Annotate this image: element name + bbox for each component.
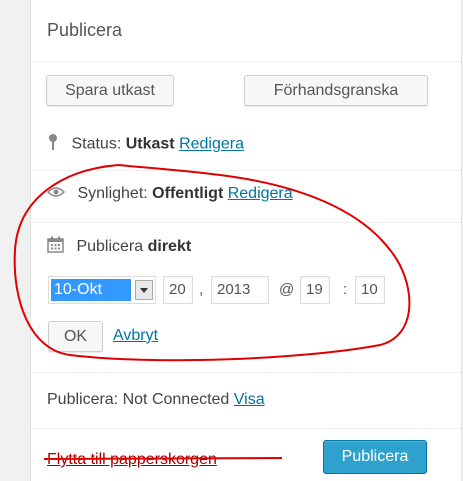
visibility-label: Synlighet:	[77, 185, 148, 203]
save-draft-button[interactable]: Spara utkast	[46, 75, 174, 106]
cancel-link[interactable]: Avbryt	[113, 327, 158, 345]
box-title-text: Publicera	[47, 20, 123, 40]
pin-icon	[47, 133, 59, 156]
divider	[31, 428, 461, 429]
preview-button[interactable]: Förhandsgranska	[244, 75, 428, 106]
connection-label: Publicera: Not Connected	[47, 391, 230, 408]
connection-row: Publicera: Not Connected Visa	[47, 391, 265, 409]
time-separator: :	[343, 281, 348, 298]
at-separator: @	[279, 281, 295, 298]
visibility-edit-link[interactable]: Redigera	[228, 185, 293, 202]
ok-button[interactable]: OK	[48, 321, 103, 352]
status-edit-link[interactable]: Redigera	[179, 136, 244, 153]
trash-link[interactable]: Flytta till papperskorgen	[47, 451, 217, 469]
month-select[interactable]: 10-Okt	[48, 276, 156, 304]
publish-meta-box: Publicera Spara utkast Förhandsgranska S…	[30, 0, 462, 481]
view-link[interactable]: Visa	[234, 391, 265, 408]
schedule-label: Publicera	[76, 238, 144, 256]
visibility-value: Offentligt	[152, 185, 224, 203]
minute-input[interactable]: 10	[355, 276, 385, 304]
divider	[31, 222, 461, 223]
schedule-row: Publicera direkt	[47, 236, 191, 258]
divider	[31, 372, 461, 373]
day-input[interactable]: 20	[163, 276, 193, 304]
status-label: Status:	[71, 135, 122, 153]
publish-button[interactable]: Publicera	[323, 440, 427, 474]
date-separator: ,	[199, 281, 204, 298]
year-input[interactable]: 2013	[211, 276, 269, 304]
chevron-down-icon[interactable]	[135, 280, 153, 300]
status-value: Utkast	[125, 135, 175, 153]
eye-icon	[46, 185, 66, 203]
divider	[31, 170, 461, 171]
hour-input[interactable]: 19	[300, 276, 330, 304]
month-selected-value: 10-Okt	[51, 279, 131, 301]
status-row: Status: Utkast Redigera	[47, 133, 244, 156]
schedule-value: direkt	[147, 238, 192, 256]
calendar-icon	[47, 236, 64, 258]
visibility-row: Synlighet: Offentligt Redigera	[46, 185, 293, 203]
box-title: Publicera	[31, 0, 461, 62]
